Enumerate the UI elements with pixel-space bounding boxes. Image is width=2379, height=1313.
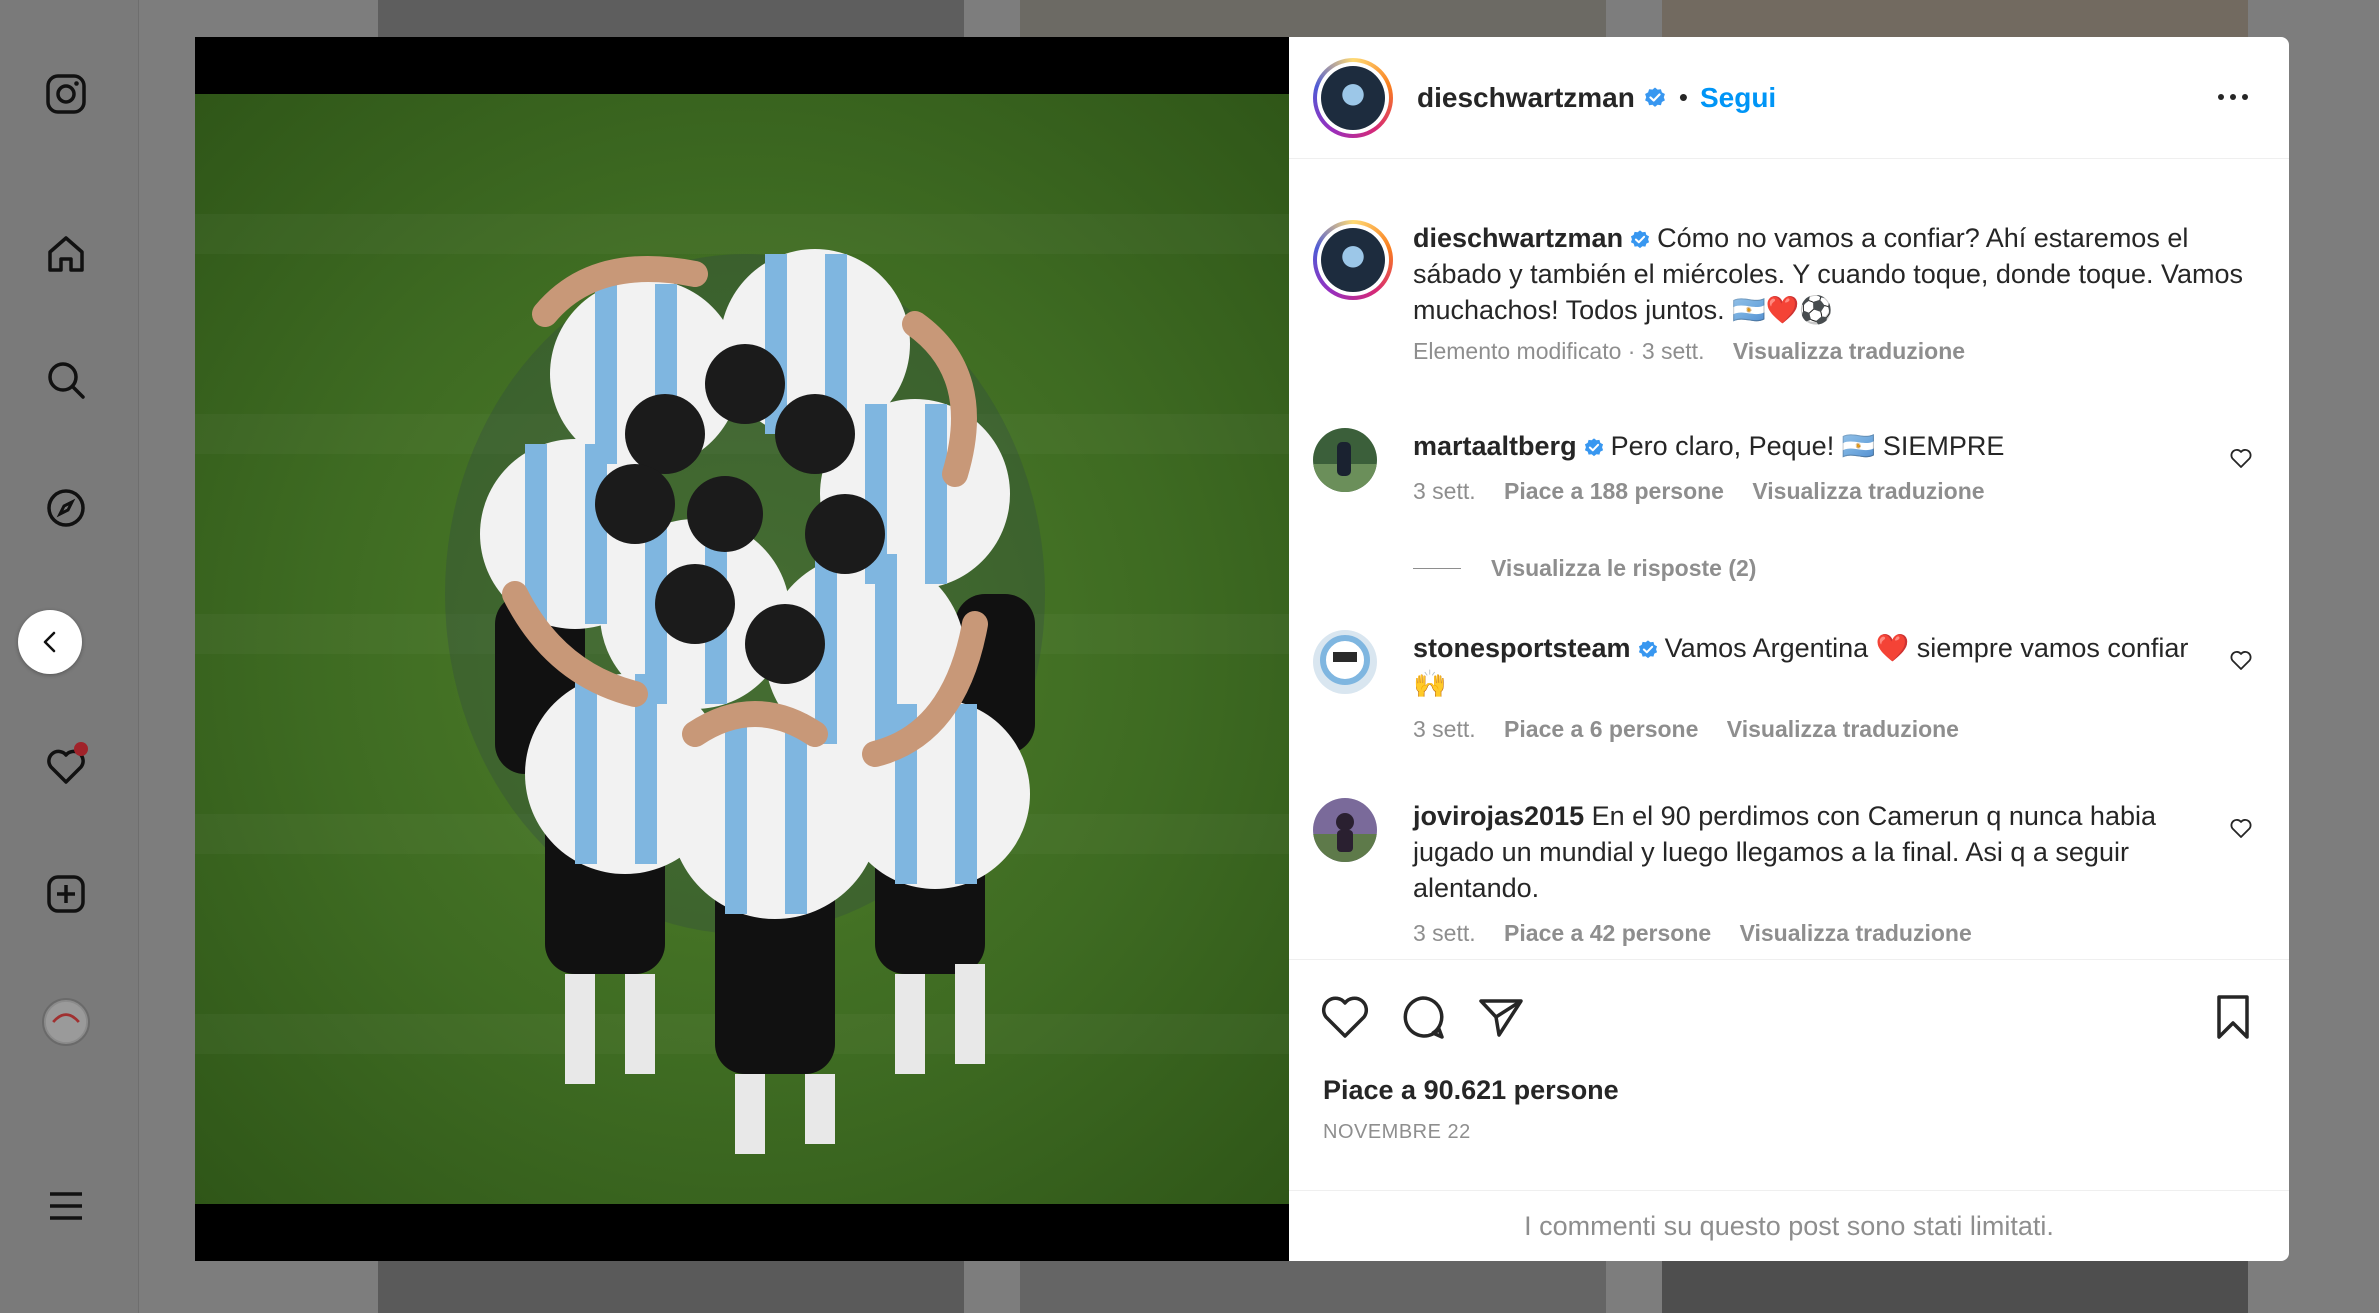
comment-time: 3 sett. — [1413, 920, 1476, 946]
notification-dot — [74, 742, 88, 756]
post-media — [195, 37, 1289, 1261]
feed-thumbnail[interactable] — [1020, 1261, 1606, 1313]
like-comment-heart-icon[interactable] — [2229, 648, 2253, 672]
post-modal: dieschwartzman • Segui dieschwartzman Cóm… — [195, 37, 2289, 1261]
comment-time: 3 sett. — [1413, 478, 1476, 504]
comment-icon[interactable] — [1397, 991, 1449, 1043]
comment-meta: 3 sett. Piace a 42 persone Visualizza tr… — [1413, 918, 2213, 948]
see-translation-link[interactable]: Visualizza traduzione — [1740, 920, 1972, 946]
menu-icon[interactable] — [40, 1180, 92, 1232]
instagram-icon[interactable] — [40, 68, 92, 120]
comment-item: martaaltberg Pero claro, Peque! 🇦🇷 SIEMPR… — [1313, 428, 2253, 528]
comment-username[interactable]: jovirojas2015 — [1413, 801, 1584, 831]
share-icon[interactable] — [1475, 991, 1527, 1043]
comment-meta: 3 sett. Piace a 6 persone Visualizza tra… — [1413, 714, 2213, 744]
comments-limited-notice: I commenti su questo post sono stati lim… — [1289, 1190, 2289, 1261]
see-translation-link[interactable]: Visualizza traduzione — [1733, 338, 1965, 364]
search-icon[interactable] — [40, 354, 92, 406]
author-avatar[interactable] — [1313, 57, 1393, 138]
commenter-avatar[interactable] — [1313, 428, 1377, 492]
post-caption: dieschwartzman Cómo no vamos a confiar? A… — [1313, 220, 2253, 370]
comment-meta: 3 sett. Piace a 188 persone Visualizza t… — [1413, 476, 2213, 506]
post-photo[interactable] — [195, 94, 1289, 1204]
follow-button[interactable]: Segui — [1700, 82, 1776, 114]
verified-badge-icon — [1584, 438, 1603, 457]
view-replies-button[interactable]: Visualizza le risposte (2) — [1413, 555, 1756, 582]
comment-likes-link[interactable]: Piace a 42 persone — [1504, 920, 1711, 946]
verified-badge-icon — [1631, 230, 1650, 249]
feed-thumbnail[interactable] — [378, 0, 964, 37]
explore-icon[interactable] — [40, 482, 92, 534]
heart-icon[interactable] — [1319, 991, 1371, 1043]
comment-time: 3 sett. — [1413, 716, 1476, 742]
comments-list[interactable]: dieschwartzman Cómo no vamos a confiar? A… — [1289, 160, 2289, 960]
comment-username[interactable]: stonesportsteam — [1413, 633, 1631, 663]
more-options-icon[interactable] — [2213, 77, 2253, 117]
profile-avatar[interactable] — [42, 998, 90, 1046]
likes-count[interactable]: Piace a 90.621 persone — [1323, 1075, 1619, 1106]
caption-meta: Elemento modificato · 3 sett. Visualizza… — [1413, 336, 2253, 366]
see-translation-link[interactable]: Visualizza traduzione — [1752, 478, 1984, 504]
feed-thumbnail[interactable] — [378, 1261, 964, 1313]
comment-likes-link[interactable]: Piace a 6 persone — [1504, 716, 1698, 742]
separator-dot: • — [1678, 82, 1688, 112]
home-icon[interactable] — [40, 228, 92, 280]
caption-username[interactable]: dieschwartzman — [1413, 223, 1623, 253]
comment-username[interactable]: martaaltberg — [1413, 431, 1577, 461]
caption-body: dieschwartzman Cómo no vamos a confiar? A… — [1413, 220, 2253, 366]
feed-thumbnail[interactable] — [1662, 1261, 2248, 1313]
post-actions: Piace a 90.621 persone NOVEMBRE 22 I com… — [1289, 961, 2289, 1261]
verified-badge-icon — [1644, 87, 1665, 107]
comment-body: martaaltberg Pero claro, Peque! 🇦🇷 SIEMPR… — [1413, 428, 2213, 506]
notifications-icon[interactable] — [40, 740, 92, 792]
author-username[interactable]: dieschwartzman — [1417, 82, 1635, 114]
comment-item: jovirojas2015 En el 90 perdimos con Came… — [1313, 798, 2253, 959]
commenter-avatar[interactable] — [1313, 798, 1377, 862]
comment-item: stonesportsteam Vamos Argentina ❤️ siempr… — [1313, 630, 2253, 760]
feed-thumbnail[interactable] — [1662, 0, 2248, 37]
comment-likes-link[interactable]: Piace a 188 persone — [1504, 478, 1724, 504]
caption-avatar[interactable] — [1313, 220, 1393, 300]
previous-post-button[interactable] — [18, 610, 82, 674]
like-comment-heart-icon[interactable] — [2229, 816, 2253, 840]
see-translation-link[interactable]: Visualizza traduzione — [1727, 716, 1959, 742]
post-date: NOVEMBRE 22 — [1323, 1121, 1471, 1143]
players-huddle-image — [445, 249, 1045, 1154]
caption-edited-time: Elemento modificato · 3 sett. — [1413, 338, 1705, 364]
view-replies-label[interactable]: Visualizza le risposte (2) — [1491, 555, 1756, 582]
commenter-avatar[interactable] — [1313, 630, 1377, 694]
create-icon[interactable] — [40, 868, 92, 920]
comment-body: jovirojas2015 En el 90 perdimos con Came… — [1413, 798, 2213, 948]
like-comment-heart-icon[interactable] — [2229, 446, 2253, 470]
feed-thumbnail[interactable] — [1020, 0, 1606, 37]
replies-divider — [1413, 568, 1461, 569]
comment-text: Pero claro, Peque! 🇦🇷 SIEMPRE — [1610, 431, 2005, 461]
chevron-left-icon — [43, 631, 56, 653]
verified-badge-icon — [1638, 640, 1657, 659]
bookmark-icon[interactable] — [2207, 991, 2259, 1043]
post-details-panel: dieschwartzman • Segui dieschwartzman Cóm… — [1289, 37, 2289, 1261]
comment-body: stonesportsteam Vamos Argentina ❤️ siempr… — [1413, 630, 2213, 744]
post-header: dieschwartzman • Segui — [1289, 37, 2289, 159]
